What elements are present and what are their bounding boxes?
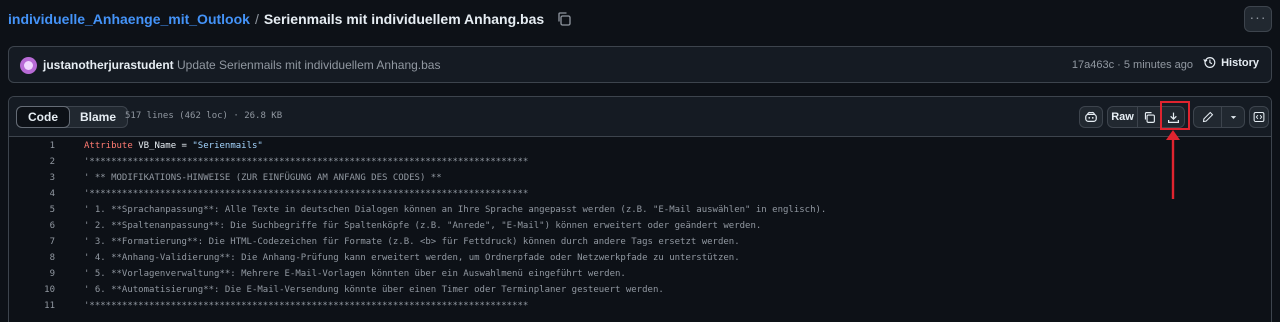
symbols-icon	[1253, 111, 1265, 123]
annotation-arrow	[1166, 130, 1180, 199]
code-text: Attribute VB_Name = "Serienmails"	[84, 141, 263, 151]
code-line: 2 '**************************************…	[9, 154, 1271, 170]
code-text: ' 5. **Vorlagenverwaltung**: Mehrere E-M…	[84, 269, 626, 279]
line-number[interactable]: 3	[9, 173, 55, 183]
edit-button[interactable]	[1194, 107, 1222, 127]
download-highlight-box	[1160, 101, 1190, 130]
tab-blame[interactable]: Blame	[69, 107, 127, 127]
file-info: 517 lines (462 loc) · 26.8 KB	[125, 111, 283, 121]
history-button[interactable]: History	[1203, 56, 1259, 69]
code-line: 10 ' 6. **Automatisierung**: Die E-Mail-V…	[9, 282, 1271, 298]
code-text: ' 1. **Sprachanpassung**: Alle Texte in …	[84, 205, 827, 215]
edit-dropdown-button[interactable]	[1222, 107, 1244, 127]
code-line: 3 ' ** MODIFIKATIONS-HINWEISE (ZUR EINFÜG…	[9, 170, 1271, 186]
history-icon	[1203, 57, 1216, 68]
code-line: 9 ' 5. **Vorlagenverwaltung**: Mehrere E-…	[9, 266, 1271, 282]
line-number[interactable]: 11	[9, 301, 55, 311]
copy-icon	[1144, 111, 1155, 123]
breadcrumb-separator: /	[254, 11, 259, 27]
more-options-button[interactable]: ···	[1244, 6, 1272, 32]
line-number[interactable]: 7	[9, 237, 55, 247]
file-viewer: Code Blame 517 lines (462 loc) · 26.8 KB…	[8, 96, 1272, 322]
code-text: ' 2. **Spaltenanpassung**: Die Suchbegri…	[84, 221, 762, 231]
commit-message[interactable]: Update Serienmails mit individuellem Anh…	[177, 58, 440, 72]
edit-group	[1193, 106, 1245, 128]
code-view: 1 Attribute VB_Name = "Serienmails" 2 '****…	[9, 138, 1271, 314]
commit-author[interactable]: justanotherjurastudent	[43, 58, 174, 72]
copy-path-icon[interactable]	[556, 11, 572, 27]
line-number[interactable]: 6	[9, 221, 55, 231]
code-text: ' 3. **Formatierung**: Die HTML-Codezeic…	[84, 237, 740, 247]
code-identifier: VB_Name =	[132, 141, 193, 151]
code-text: '***************************************…	[84, 157, 529, 167]
commit-meta[interactable]: 17a463c · 5 minutes ago	[1072, 59, 1193, 71]
line-number[interactable]: 9	[9, 269, 55, 279]
history-label: History	[1221, 56, 1259, 69]
code-string: "Serienmails"	[192, 141, 263, 151]
code-line: 5 ' 1. **Sprachanpassung**: Alle Texte in…	[9, 202, 1271, 218]
code-text: ' ** MODIFIKATIONS-HINWEISE (ZUR EINFÜGU…	[84, 173, 442, 183]
code-line: 6 ' 2. **Spaltenanpassung**: Die Suchbegr…	[9, 218, 1271, 234]
code-line: 4 '**************************************…	[9, 186, 1271, 202]
code-line: 8 ' 4. **Anhang-Validierung**: Die Anhang…	[9, 250, 1271, 266]
tab-code[interactable]: Code	[16, 106, 70, 128]
kebab-icon: ···	[1249, 9, 1267, 25]
pencil-icon	[1202, 111, 1213, 123]
latest-commit-bar: justanotherjurastudent Update Serienmail…	[8, 46, 1272, 83]
code-line: 1 Attribute VB_Name = "Serienmails"	[9, 138, 1271, 154]
copilot-icon	[1085, 111, 1097, 122]
line-number[interactable]: 8	[9, 253, 55, 263]
code-text: ' 4. **Anhang-Validierung**: Die Anhang-…	[84, 253, 740, 263]
top-bar: individuelle_Anhaenge_mit_Outlook / Seri…	[0, 0, 1280, 38]
line-number[interactable]: 1	[9, 141, 55, 151]
copilot-button[interactable]	[1079, 106, 1103, 128]
raw-button[interactable]: Raw	[1108, 107, 1138, 127]
line-number[interactable]: 4	[9, 189, 55, 199]
copy-raw-button[interactable]	[1138, 107, 1162, 127]
line-number[interactable]: 5	[9, 205, 55, 215]
chevron-down-icon	[1230, 115, 1236, 119]
avatar[interactable]	[20, 57, 37, 74]
symbols-panel-button[interactable]	[1249, 106, 1269, 128]
view-toggle: Code Blame	[16, 106, 129, 128]
file-header: Code Blame 517 lines (462 loc) · 26.8 KB…	[9, 97, 1271, 137]
code-keyword: Attribute	[84, 141, 133, 151]
line-number[interactable]: 10	[9, 285, 55, 295]
code-line: 7 ' 3. **Formatierung**: Die HTML-Codezei…	[9, 234, 1271, 250]
breadcrumb-repo-link[interactable]: individuelle_Anhaenge_mit_Outlook	[8, 11, 250, 27]
code-line: 11 '*************************************…	[9, 298, 1271, 314]
breadcrumb: individuelle_Anhaenge_mit_Outlook / Seri…	[8, 11, 572, 27]
code-text: '***************************************…	[84, 189, 529, 199]
line-number[interactable]: 2	[9, 157, 55, 167]
code-text: ' 6. **Automatisierung**: Die E-Mail-Ver…	[84, 285, 664, 295]
breadcrumb-file-name: Serienmails mit individuellem Anhang.bas	[263, 11, 545, 27]
code-text: '***************************************…	[84, 301, 529, 311]
